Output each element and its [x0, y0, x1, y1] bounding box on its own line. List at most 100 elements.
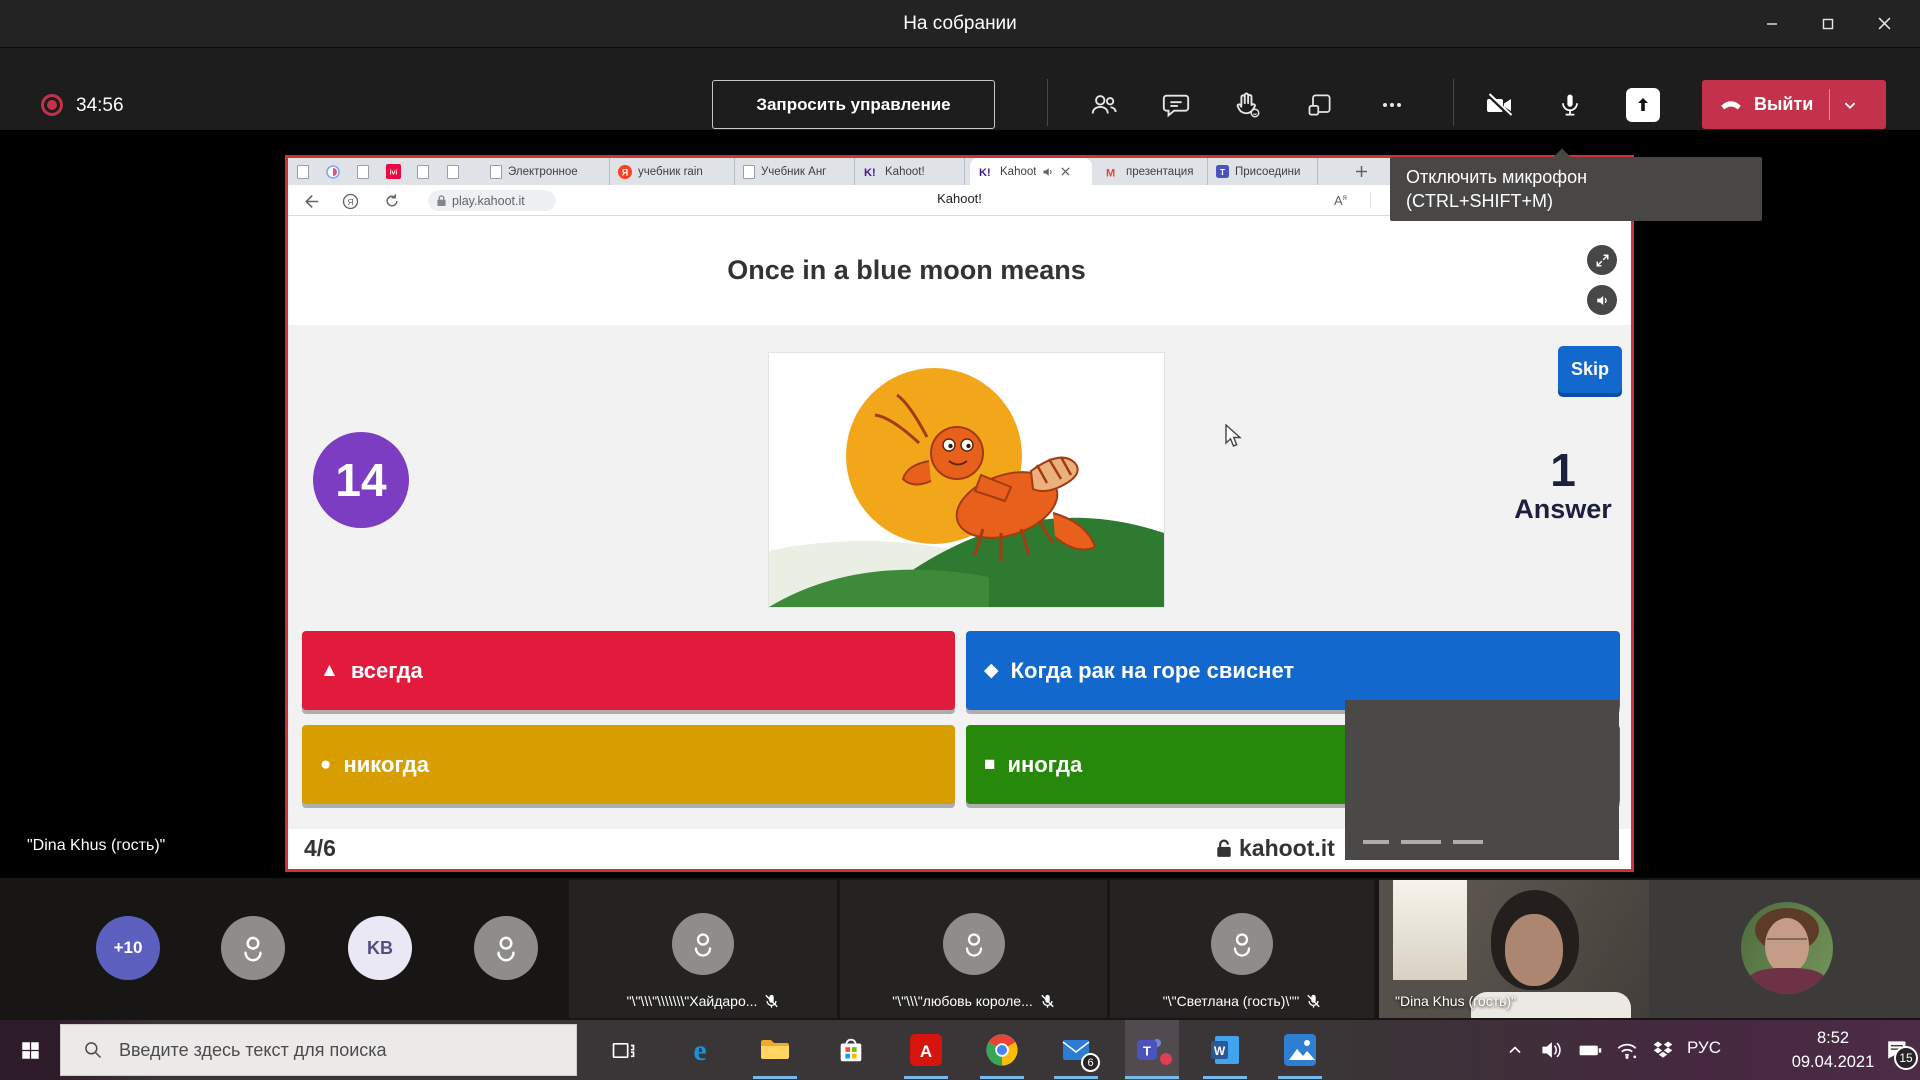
participant-name: "\"\\\"любовь короле...	[892, 993, 1033, 1009]
taskbar-file-explorer[interactable]	[757, 1032, 793, 1068]
overflow-count: +10	[114, 938, 143, 958]
chevron-down-icon[interactable]	[1839, 94, 1861, 116]
taskbar-word[interactable]: W	[1207, 1032, 1243, 1068]
translate-icon[interactable]: Aя	[1334, 193, 1347, 208]
camera-off-button[interactable]	[1481, 87, 1517, 123]
crawfish-illustration	[769, 353, 1164, 607]
sound-button[interactable]	[1587, 285, 1617, 315]
skip-button[interactable]: Skip	[1558, 346, 1622, 393]
running-indicator	[1054, 1076, 1098, 1079]
svg-text:M: M	[1106, 167, 1115, 178]
participant-avatar[interactable]	[221, 916, 285, 980]
more-options-button[interactable]	[1374, 87, 1410, 123]
search-input[interactable]	[119, 1040, 539, 1061]
tab-electronnoe[interactable]: Электронное	[482, 158, 610, 185]
pinned-tab-1[interactable]	[288, 158, 318, 185]
participant-avatar-initials[interactable]: KB	[348, 916, 412, 980]
running-indicator	[753, 1076, 797, 1079]
photo-glasses	[1767, 938, 1807, 945]
leave-meeting-button[interactable]: Выйти	[1702, 80, 1886, 129]
volume-icon	[1539, 1038, 1563, 1062]
pinned-tab-4[interactable]: ivi	[378, 158, 408, 185]
participant-avatar[interactable]	[474, 916, 538, 980]
taskbar-store[interactable]	[833, 1032, 869, 1068]
breakout-rooms-button[interactable]	[1302, 87, 1338, 123]
acrobat-icon: A	[910, 1034, 942, 1066]
person-icon	[958, 928, 990, 960]
tray-language[interactable]: РУС	[1682, 1038, 1726, 1058]
tray-battery[interactable]	[1572, 1032, 1608, 1068]
answer-option-blue[interactable]: ◆ Когда рак на горе свиснет	[966, 631, 1620, 710]
microphone-icon	[1556, 91, 1584, 119]
request-control-button[interactable]: Запросить управление	[712, 80, 995, 129]
windows-logo-icon	[21, 1041, 40, 1060]
tab-kahoot-1[interactable]: K! Kahoot!	[855, 158, 965, 185]
tooltip-line1: Отключить микрофон	[1406, 165, 1746, 189]
pinned-tab-6[interactable]	[438, 158, 468, 185]
chat-button[interactable]	[1158, 87, 1194, 123]
tray-expand-button[interactable]	[1497, 1032, 1533, 1068]
mute-mic-tooltip: Отключить микрофон (CTRL+SHIFT+M)	[1390, 157, 1762, 221]
taskbar-acrobat[interactable]: A	[908, 1032, 944, 1068]
taskbar-chrome[interactable]	[984, 1032, 1020, 1068]
initials: KB	[367, 938, 393, 959]
answer-option-red[interactable]: ▲ всегда	[302, 631, 955, 710]
fullscreen-button[interactable]	[1587, 245, 1617, 275]
tab-close-icon[interactable]	[1060, 166, 1071, 177]
participant-tile[interactable]: "\"Светлана (гость)\""	[1110, 880, 1374, 1018]
presenter-label: "Dina Khus (гость)"	[27, 837, 165, 855]
lock-icon	[1216, 839, 1232, 858]
tooltip-line2: (CTRL+SHIFT+M)	[1406, 189, 1746, 213]
new-tab-button[interactable]	[1348, 160, 1374, 183]
edge-icon: e	[683, 1033, 717, 1067]
overflow-participants-avatar[interactable]: +10	[96, 916, 160, 980]
answer-text: Когда рак на горе свиснет	[1011, 658, 1295, 684]
share-screen-button[interactable]	[1626, 88, 1660, 122]
close-icon	[1878, 17, 1891, 30]
task-view-button[interactable]	[605, 1032, 641, 1068]
tray-volume[interactable]	[1533, 1032, 1569, 1068]
participant-tile[interactable]: "\"\\\"\\\\\\\"Хайдаро...	[569, 880, 837, 1018]
participant-photo-tile[interactable]	[1649, 880, 1920, 1018]
pinned-tab-2[interactable]	[318, 158, 348, 185]
raise-hand-button[interactable]	[1229, 87, 1265, 123]
participant-video-tile[interactable]: "Dina Khus (гость)"	[1379, 880, 1649, 1018]
person-icon	[687, 928, 719, 960]
leave-button-label: Выйти	[1754, 94, 1813, 115]
kahoot-site: kahoot.it	[1216, 835, 1335, 862]
tray-network[interactable]	[1609, 1032, 1645, 1068]
answer-option-yellow[interactable]: ● никогда	[302, 725, 955, 804]
question-image	[768, 352, 1165, 608]
taskbar-edge[interactable]: e	[682, 1032, 718, 1068]
expand-icon	[1595, 253, 1610, 268]
tab-prezentacia[interactable]: M презентация	[1098, 158, 1208, 185]
person-face	[1505, 914, 1563, 986]
tab-uchebnik-ang[interactable]: Учебник Анг	[735, 158, 855, 185]
running-indicator	[1203, 1076, 1247, 1079]
close-button[interactable]	[1856, 0, 1912, 47]
taskbar-photos[interactable]	[1282, 1032, 1318, 1068]
participants-button[interactable]	[1086, 87, 1122, 123]
tab-kahoot-active[interactable]: K! Kahoot	[970, 158, 1092, 185]
yandex-icon: Я	[618, 165, 632, 179]
tab-label: Присоедини	[1235, 166, 1300, 178]
pinned-tab-5[interactable]	[408, 158, 438, 185]
start-button[interactable]	[0, 1020, 60, 1080]
taskbar-search[interactable]	[60, 1024, 577, 1076]
microphone-button[interactable]	[1552, 87, 1588, 123]
tab-prisoedini[interactable]: T Присоедини	[1208, 158, 1318, 185]
square-icon: ■	[984, 754, 995, 776]
tab-uchebnik-rain[interactable]: Я учебник rain	[610, 158, 735, 185]
running-indicator	[1278, 1076, 1322, 1079]
participant-tile[interactable]: "\"\\\"любовь короле...	[840, 880, 1107, 1018]
video-participant-name: "Dina Khus (гость)"	[1395, 993, 1516, 1009]
tray-dropbox[interactable]	[1645, 1032, 1681, 1068]
battery-icon	[1577, 1037, 1603, 1063]
triangle-icon: ▲	[320, 660, 339, 682]
maximize-button[interactable]	[1800, 0, 1856, 47]
pinned-tab-3[interactable]	[348, 158, 378, 185]
people-icon	[1089, 90, 1119, 120]
plus-icon	[1355, 165, 1368, 178]
tab-audio-icon[interactable]	[1042, 166, 1054, 178]
minimize-button[interactable]	[1744, 0, 1800, 47]
